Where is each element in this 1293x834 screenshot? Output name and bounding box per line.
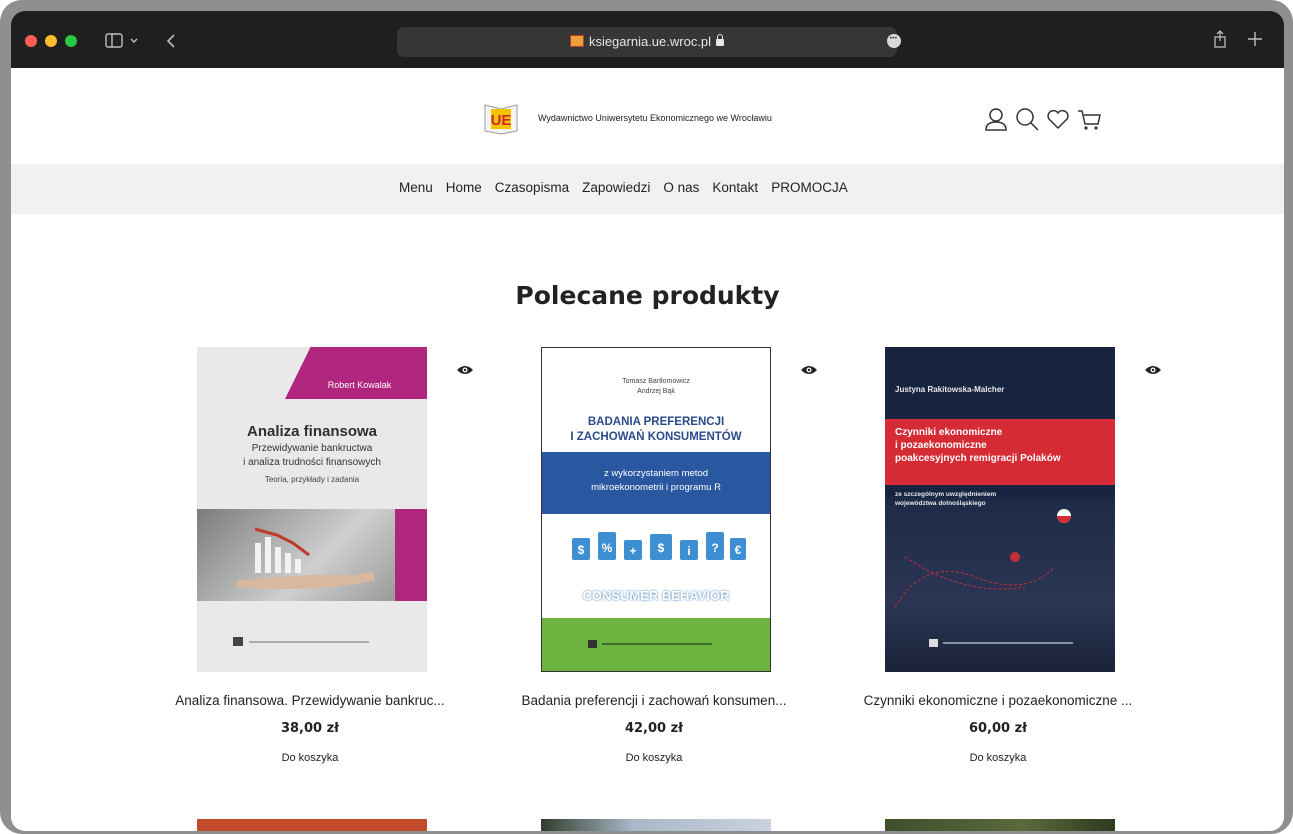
product-price: 38,00 zł (280, 721, 340, 736)
product-cover-image[interactable] (541, 819, 771, 831)
user-icon[interactable] (983, 106, 1009, 132)
page-menu-icon[interactable] (887, 34, 901, 48)
product-title[interactable]: Analiza finansowa. Przewidywanie bankruc… (140, 693, 480, 708)
cover-chart-photo (197, 509, 395, 601)
cover-subtitle: z wykorzystaniem metod (603, 468, 708, 479)
product-cover-image[interactable] (885, 819, 1115, 831)
svg-text:i: i (687, 544, 690, 558)
cover-author: Justyna Rakitowska-Malcher (895, 385, 1005, 394)
nav-item-home[interactable]: Home (446, 180, 482, 195)
cover-title: Czynniki ekonomiczne (895, 427, 1003, 438)
url-text: ksiegarnia.ue.wroc.pl (588, 34, 712, 49)
product-price: 42,00 zł (624, 721, 684, 736)
nav-item-promocja[interactable]: PROMOCJA (771, 180, 848, 195)
cart-icon[interactable] (1076, 106, 1102, 132)
site-header: UE Wydawnictwo Uniwersytetu Ekonomiczneg… (11, 68, 1284, 164)
cover-illustration: $% + $ i? € (542, 518, 770, 618)
main-navigation: Menu Home Czasopisma Zapowiedzi O nas Ko… (11, 164, 1284, 214)
site-logo[interactable]: UE (483, 101, 519, 135)
cover-title: I ZACHOWAŃ KONSUMENTÓW (570, 431, 742, 443)
cover-subtitle: mikroekonometrii i programu R (591, 482, 721, 493)
add-to-cart-button[interactable]: Do koszyka (140, 752, 480, 764)
site-favicon (569, 35, 584, 47)
lock-icon (716, 34, 725, 46)
eye-icon[interactable] (456, 361, 474, 374)
cover-title: i pozaekonomiczne (895, 440, 987, 451)
svg-text:$: $ (578, 543, 585, 557)
browser-titlebar: ksiegarnia.ue.wroc.pl (11, 11, 1284, 68)
nav-item-menu[interactable]: Menu (399, 180, 433, 195)
chevron-down-icon[interactable] (129, 33, 139, 51)
cover-author: Tomasz Bartłomowicz (622, 378, 690, 385)
add-to-cart-button[interactable]: Do koszyka (828, 752, 1168, 764)
product-title[interactable]: Badania preferencji i zachowań konsumen.… (484, 693, 824, 708)
browser-window: ksiegarnia.ue.wroc.pl UE Wydawnictwo Uni… (11, 11, 1284, 831)
cover-art-text: CONSUMER BEHAVIOR (582, 588, 730, 603)
product-title[interactable]: Czynniki ekonomiczne i pozaekonomiczne .… (828, 693, 1168, 708)
cover-map-lines (894, 552, 1056, 608)
share-icon[interactable] (1213, 30, 1227, 51)
nav-item-czasopisma[interactable]: Czasopisma (495, 180, 569, 195)
svg-text:€: € (735, 543, 742, 557)
nav-item-kontakt[interactable]: Kontakt (712, 180, 758, 195)
svg-text:?: ? (711, 541, 718, 555)
cover-title: Analiza finansowa (246, 423, 378, 440)
product-price: 60,00 zł (968, 721, 1028, 736)
svg-text:+: + (629, 544, 636, 558)
cover-subtitle: Przewidywanie bankructwa (251, 443, 373, 454)
svg-text:UE: UE (491, 112, 512, 129)
svg-text:$: $ (658, 541, 665, 555)
close-window-button[interactable] (25, 35, 37, 47)
back-icon[interactable] (166, 33, 176, 52)
product-cover-image[interactable]: Justyna Rakitowska-Malcher Czynniki ekon… (885, 347, 1115, 672)
sidebar-icon[interactable] (105, 33, 123, 51)
cover-title: BADANIA PREFERENCJI (587, 416, 725, 428)
eye-icon[interactable] (800, 361, 818, 374)
cover-subtitle: Teoria, przykłady i zadania (264, 475, 360, 484)
nav-item-zapowiedzi[interactable]: Zapowiedzi (582, 180, 650, 195)
cover-author: Robert Kowalak (327, 380, 392, 390)
cover-subtitle: ze szczególnym uwzględnieniem (895, 491, 997, 498)
cover-subtitle: i analiza trudności finansowych (243, 457, 381, 468)
product-cover-image[interactable]: Tomasz Bartłomowicz Andrzej Bąk BADANIA … (541, 347, 771, 672)
address-bar[interactable]: ksiegarnia.ue.wroc.pl (397, 27, 897, 57)
minimize-window-button[interactable] (45, 35, 57, 47)
new-tab-icon[interactable] (1247, 31, 1263, 50)
heart-icon[interactable] (1045, 106, 1071, 132)
eye-icon[interactable] (1144, 361, 1162, 374)
cover-subtitle: województwa dolnośląskiego (895, 500, 986, 507)
polish-flag-icon (1057, 509, 1071, 523)
product-cover-image[interactable]: Robert Kowalak Analiza finansowa Przewid… (197, 347, 427, 672)
svg-text:%: % (602, 541, 613, 555)
search-icon[interactable] (1014, 106, 1040, 132)
zoom-window-button[interactable] (65, 35, 77, 47)
nav-item-o-nas[interactable]: O nas (663, 180, 699, 195)
device-frame: ksiegarnia.ue.wroc.pl UE Wydawnictwo Uni… (0, 0, 1293, 834)
cover-author: Andrzej Bąk (637, 388, 675, 395)
product-cover-image[interactable] (197, 819, 427, 831)
cover-title: poakcesyjnych remigracji Polaków (895, 453, 1061, 464)
add-to-cart-button[interactable]: Do koszyka (484, 752, 824, 764)
section-title: Polecane produkty (515, 281, 780, 310)
brand-name[interactable]: Wydawnictwo Uniwersytetu Ekonomicznego w… (538, 113, 772, 123)
